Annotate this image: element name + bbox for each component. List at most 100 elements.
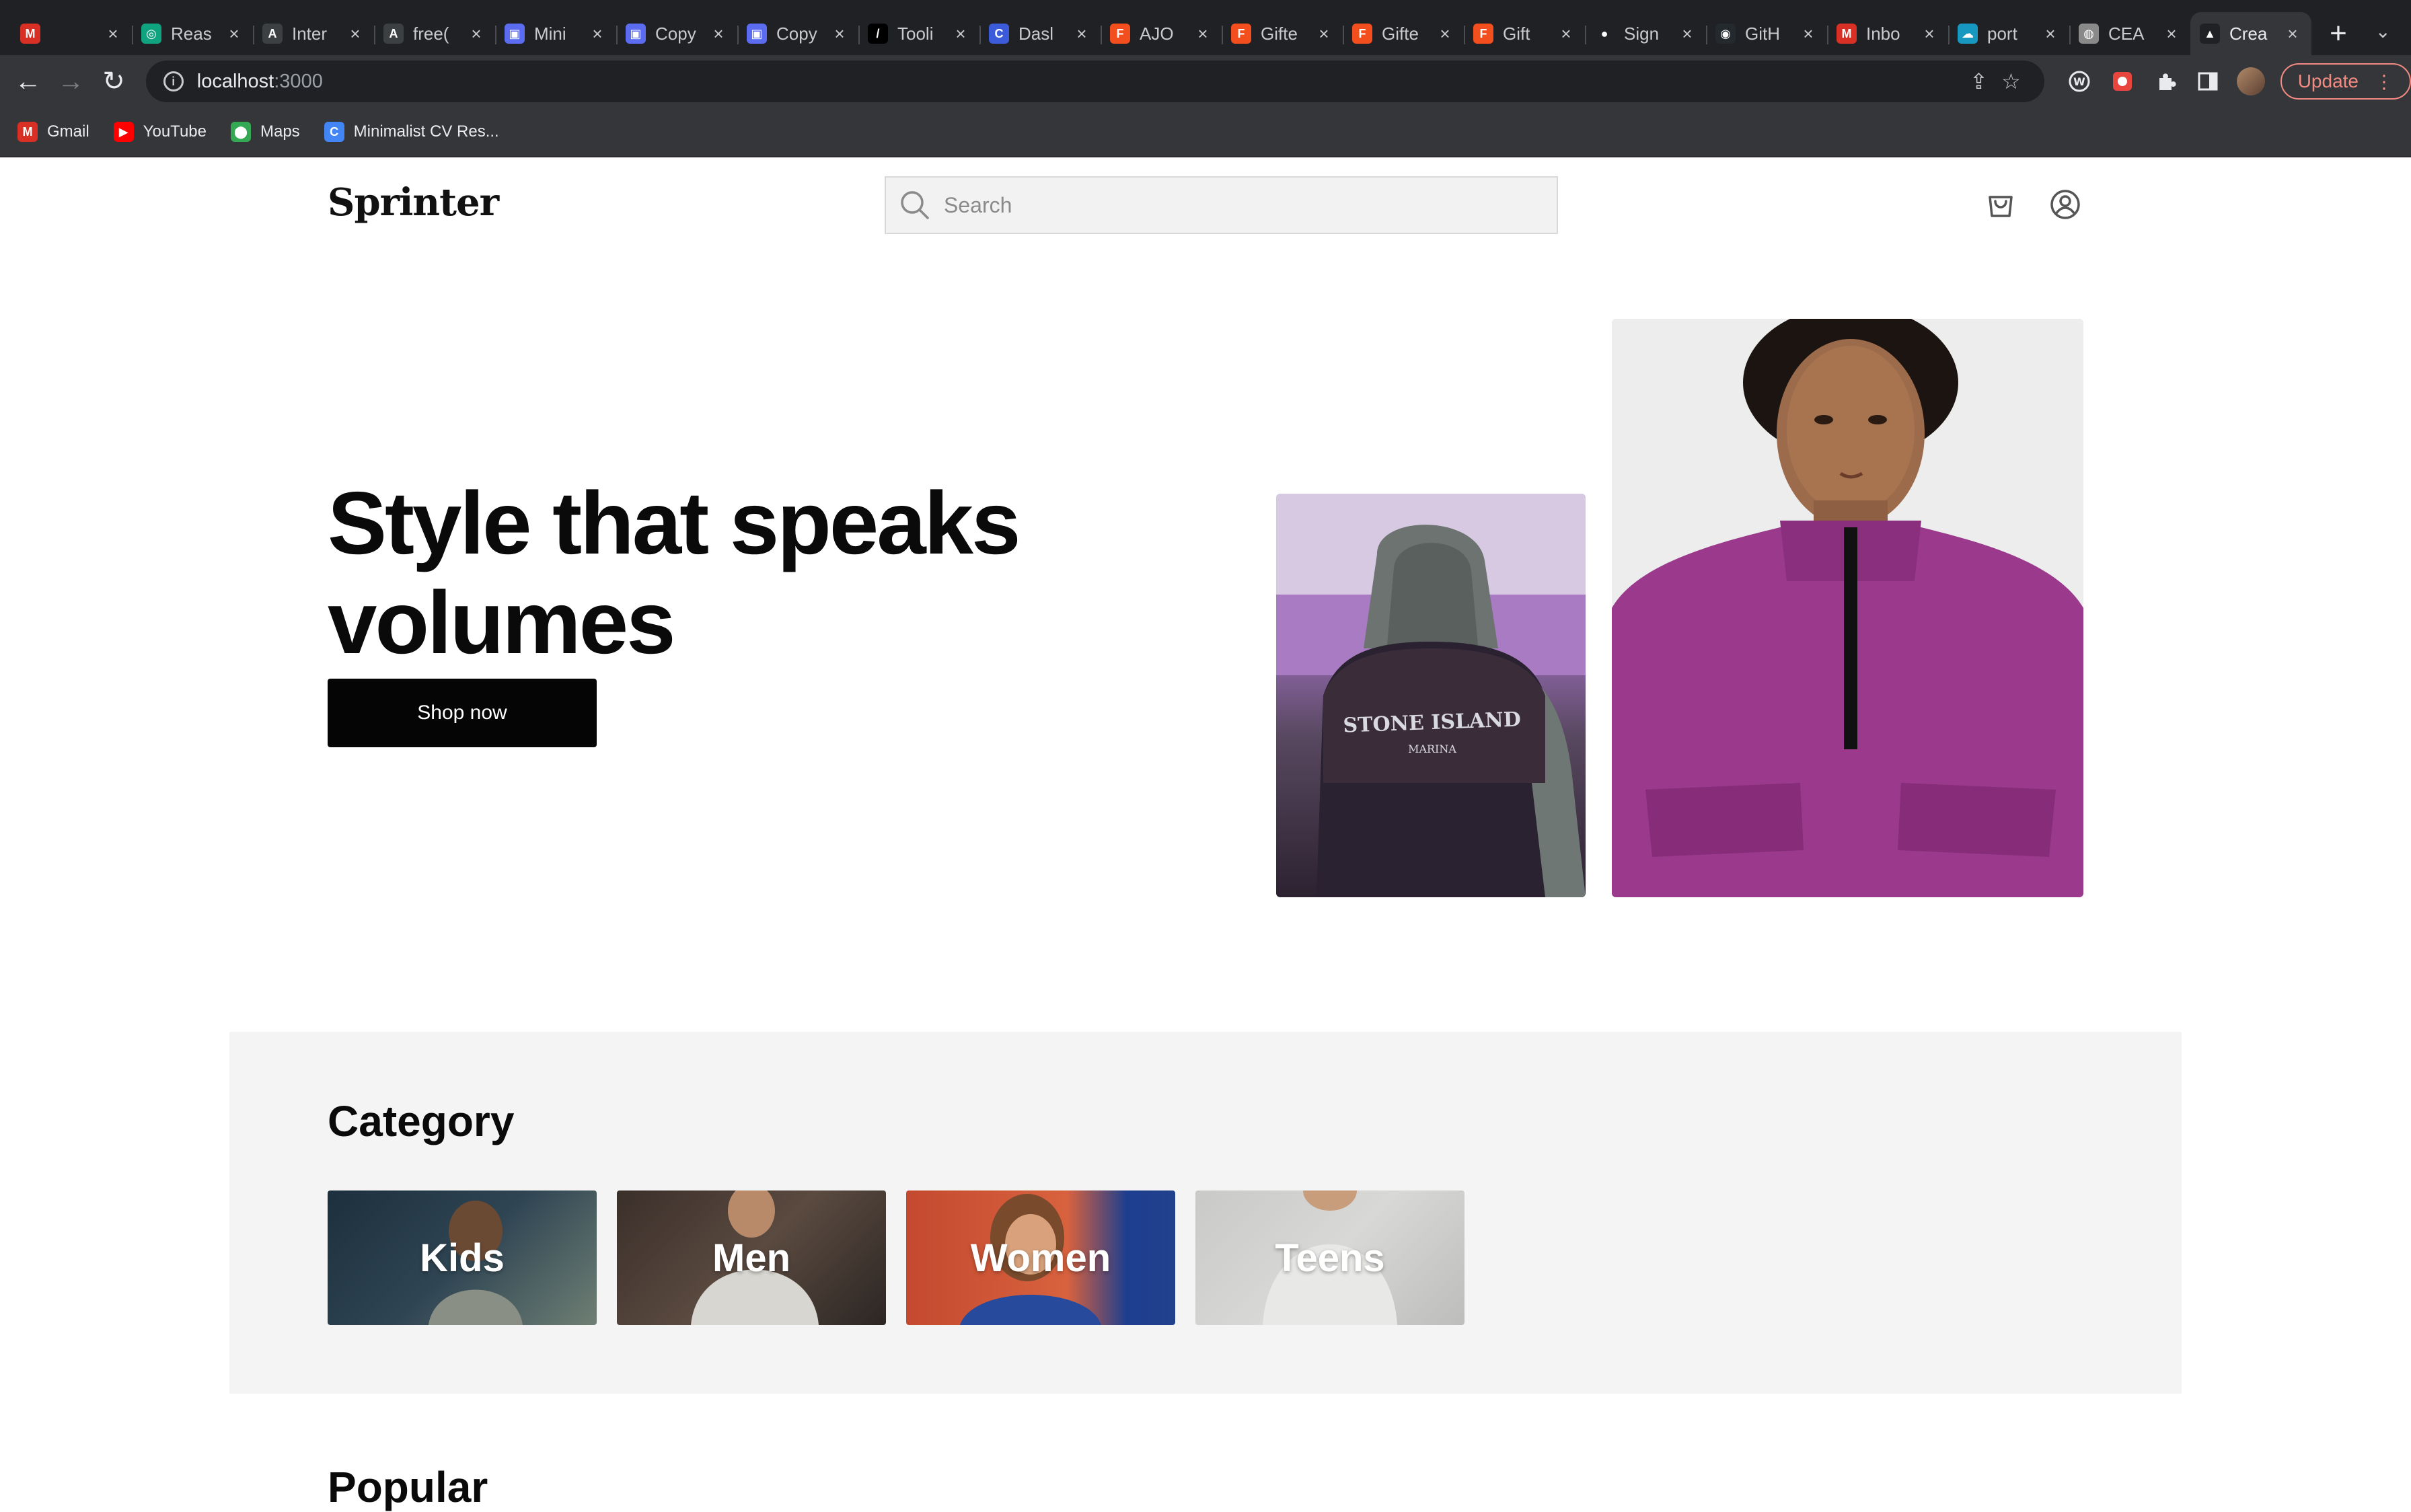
url-text[interactable]: localhost:3000 — [197, 71, 1963, 93]
close-tab-icon[interactable]: × — [951, 24, 970, 44]
hero-title: Style that speaks volumes — [328, 474, 1021, 672]
tab-title: Copy — [776, 23, 817, 44]
browser-tab[interactable]: F Gifte × — [1222, 12, 1343, 55]
user-account-icon[interactable] — [2048, 187, 2083, 222]
close-tab-icon[interactable]: × — [225, 24, 244, 44]
tab-title: free( — [413, 23, 449, 44]
browser-tab[interactable]: C Dasl × — [979, 12, 1101, 55]
browser-tab[interactable]: ◉ GitH × — [1706, 12, 1827, 55]
gmail-m-icon: M — [1837, 24, 1857, 44]
kebab-menu-icon: ⋮ — [2375, 71, 2394, 92]
browser-tab[interactable]: F AJO × — [1101, 12, 1222, 55]
extensions-puzzle-icon[interactable] — [2147, 63, 2184, 100]
tab-title: GitH — [1745, 23, 1780, 44]
browser-tab[interactable]: Afree( × — [374, 12, 495, 55]
category-card-teens[interactable]: Teens — [1195, 1190, 1464, 1325]
bookmark-label: Maps — [260, 122, 300, 141]
dot-icon: ● — [1594, 24, 1615, 44]
svg-text:W: W — [2073, 75, 2085, 88]
figma-icon: F — [1352, 24, 1372, 44]
close-tab-icon[interactable]: × — [1072, 24, 1091, 44]
category-section: Category Kids Men Women Teens — [229, 1032, 2182, 1394]
close-tab-icon[interactable]: × — [1193, 24, 1212, 44]
side-panel-icon[interactable] — [2189, 63, 2227, 100]
close-tab-icon[interactable]: × — [346, 24, 365, 44]
browser-tab[interactable]: ▣ Mini × — [495, 12, 616, 55]
c-logo-icon: C — [989, 24, 1009, 44]
close-tab-icon[interactable]: × — [1436, 24, 1454, 44]
site-info-icon[interactable]: i — [163, 71, 184, 91]
browser-tab[interactable]: M × — [11, 12, 132, 55]
browser-tab[interactable]: ☁ port × — [1948, 12, 2069, 55]
openai-icon: ◎ — [141, 24, 161, 44]
cv-icon: C — [324, 122, 344, 142]
shopping-bag-icon[interactable] — [1983, 187, 2018, 222]
close-tab-icon[interactable]: × — [104, 24, 122, 44]
browser-tab[interactable]: F Gift × — [1464, 12, 1585, 55]
browser-tab[interactable]: ◎ Reas × — [132, 12, 253, 55]
extension-red-icon[interactable] — [2104, 63, 2141, 100]
maps-pin-icon: ⬤ — [230, 122, 251, 142]
close-tab-icon[interactable]: × — [830, 24, 849, 44]
browser-tab[interactable]: M Inbo × — [1827, 12, 1948, 55]
browser-tab[interactable]: / Tooli × — [858, 12, 979, 55]
gmail-m-icon: M — [20, 24, 40, 44]
back-arrow-icon[interactable]: ← — [7, 60, 50, 103]
triangle-icon: ▲ — [2200, 24, 2220, 44]
close-tab-icon[interactable]: × — [709, 24, 728, 44]
close-tab-icon[interactable]: × — [1314, 24, 1333, 44]
category-card-kids[interactable]: Kids — [328, 1190, 597, 1325]
share-icon[interactable]: ⇪ — [1962, 69, 1995, 94]
profile-avatar[interactable] — [2232, 63, 2270, 100]
bookmark-item[interactable]: ▶ YouTube — [113, 122, 207, 142]
update-button[interactable]: Update ⋮ — [2280, 63, 2411, 100]
close-tab-icon[interactable]: × — [1678, 24, 1697, 44]
figma-icon: F — [1231, 24, 1251, 44]
app-icon: ▣ — [747, 24, 767, 44]
forward-arrow-icon[interactable]: → — [50, 60, 93, 103]
close-tab-icon[interactable]: × — [1920, 24, 1939, 44]
site-logo[interactable]: Sprinter — [328, 180, 499, 225]
browser-tab[interactable]: A Inter × — [253, 12, 374, 55]
close-tab-icon[interactable]: × — [2041, 24, 2060, 44]
shop-now-button[interactable]: Shop now — [328, 679, 597, 747]
reload-icon[interactable]: ↻ — [92, 60, 135, 103]
browser-tab[interactable]: ▲ Crea × — [2190, 12, 2311, 55]
url-host: localhost — [196, 70, 274, 92]
seal-icon: ◍ — [2079, 24, 2099, 44]
category-card-men[interactable]: Men — [617, 1190, 886, 1325]
bookmark-star-icon[interactable]: ☆ — [1995, 69, 2027, 94]
figma-icon: F — [1473, 24, 1493, 44]
slash-icon: / — [868, 24, 888, 44]
tab-title: AJO — [1140, 23, 1174, 44]
close-tab-icon[interactable]: × — [1557, 24, 1575, 44]
close-tab-icon[interactable]: × — [467, 24, 486, 44]
browser-tab[interactable]: ◍ CEA × — [2069, 12, 2190, 55]
bookmark-item[interactable]: ⬤ Maps — [230, 122, 300, 142]
new-tab-button[interactable]: + — [2318, 13, 2359, 54]
angular-a-icon: A — [383, 24, 404, 44]
extension-w-icon[interactable]: W — [2061, 63, 2098, 100]
tab-title: port — [1987, 23, 2017, 44]
close-tab-icon[interactable]: × — [588, 24, 607, 44]
bookmark-item[interactable]: M Gmail — [17, 122, 89, 142]
browser-tab[interactable]: ▣ Copy × — [737, 12, 858, 55]
youtube-icon: ▶ — [113, 122, 134, 142]
tab-search-chevron-icon[interactable]: ⌄ — [2375, 20, 2391, 42]
search-input[interactable] — [944, 192, 1536, 218]
browser-tab[interactable]: ● Sign × — [1585, 12, 1706, 55]
tab-title: Copy — [655, 23, 696, 44]
close-tab-icon[interactable]: × — [1799, 24, 1818, 44]
tab-title: Sign — [1624, 23, 1660, 44]
browser-tab[interactable]: F Gifte × — [1343, 12, 1464, 55]
category-card-women[interactable]: Women — [906, 1190, 1175, 1325]
category-label: Kids — [420, 1236, 505, 1280]
bookmark-item[interactable]: C Minimalist CV Res... — [324, 122, 499, 142]
bookmark-label: YouTube — [143, 122, 207, 141]
search-bar[interactable] — [885, 176, 1558, 234]
close-tab-icon[interactable]: × — [2283, 24, 2302, 44]
browser-tab[interactable]: ▣ Copy × — [616, 12, 737, 55]
address-bar[interactable]: i localhost:3000 ⇪ ☆ — [145, 61, 2045, 102]
browser-tab-bar: M × ◎ Reas × A Inter × Afree(× ▣ Mini × ▣ Copy × ▣ Copy ×… — [0, 0, 2411, 55]
close-tab-icon[interactable]: × — [2162, 24, 2181, 44]
